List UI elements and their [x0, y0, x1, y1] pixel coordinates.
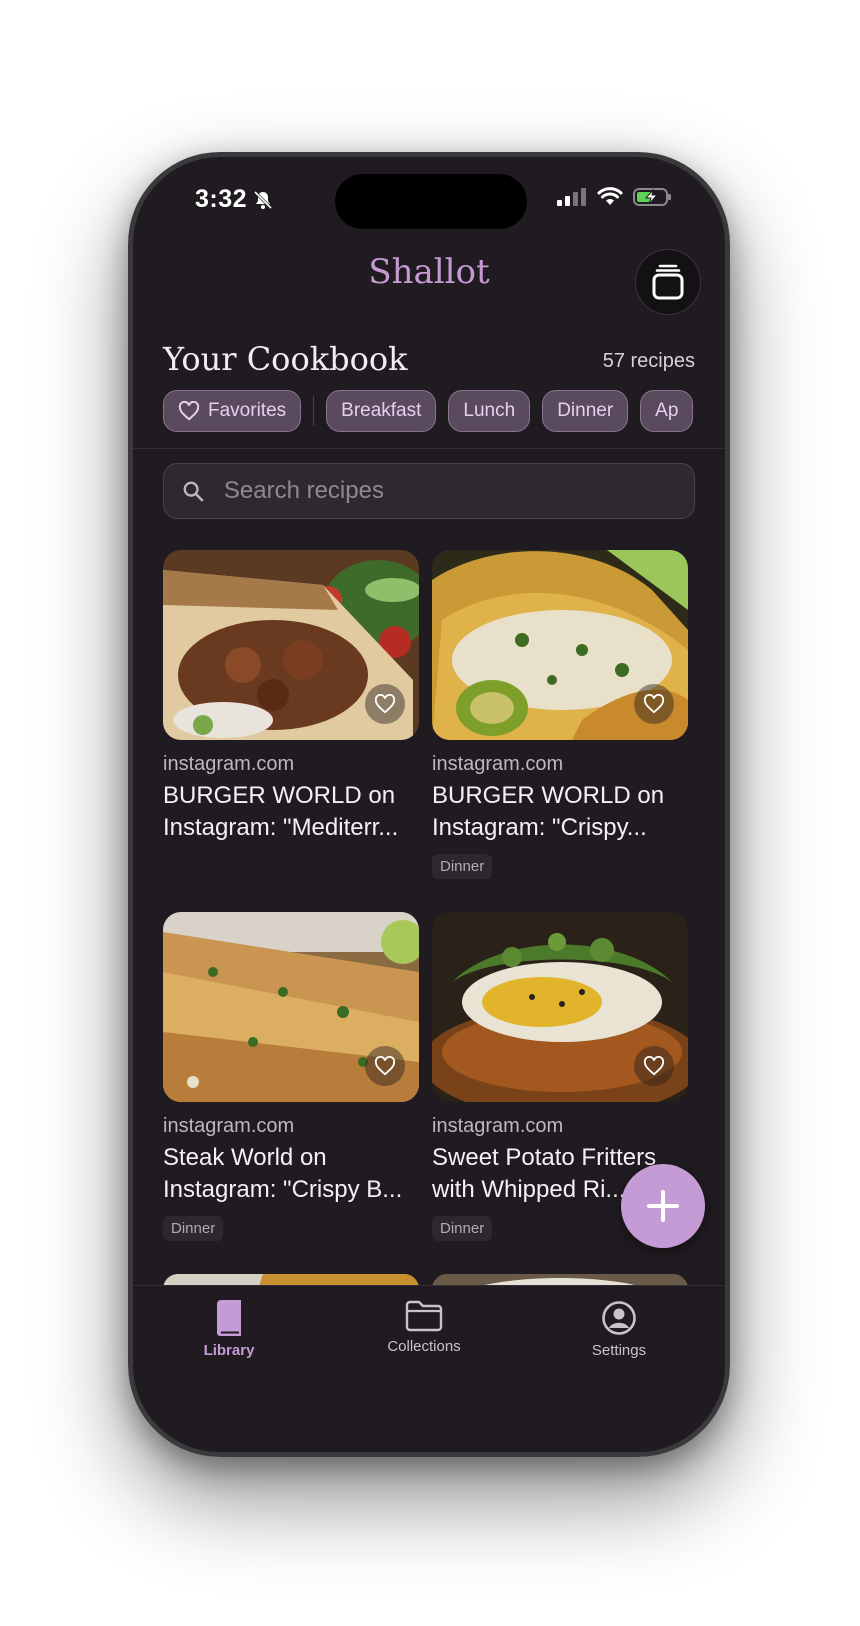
- tab-settings[interactable]: Settings: [549, 1300, 689, 1359]
- recipe-title-line: BURGER WORLD on: [432, 782, 665, 809]
- recipe-title-line: BURGER WORLD on: [163, 782, 396, 809]
- chip-favorites[interactable]: Favorites: [163, 390, 302, 432]
- chip-label: Ap: [655, 400, 679, 421]
- cellular-signal-icon: [557, 188, 586, 206]
- tab-label: Settings: [591, 1342, 647, 1359]
- recipe-card[interactable]: instagram.com BURGER WORLD on Instagram:…: [432, 550, 688, 879]
- category-tag: Dinner: [432, 854, 493, 879]
- recipe-image: [163, 550, 419, 740]
- folder-icon: [405, 1300, 443, 1332]
- recipe-image: [432, 550, 688, 740]
- favorite-button[interactable]: [365, 1046, 405, 1086]
- search-icon: [183, 481, 204, 502]
- stack-view-button[interactable]: [635, 249, 701, 315]
- phone-frame: 3:32 Shallot Your Cookbook 57 recipes Fa…: [128, 152, 730, 1457]
- favorite-button[interactable]: [365, 684, 405, 724]
- recipe-source: instagram.com: [432, 1115, 564, 1137]
- chip-divider: [313, 396, 315, 426]
- tab-bar: Library Collections Settings: [133, 1285, 725, 1452]
- heart-icon: [178, 401, 200, 421]
- filter-chips: Favorites Breakfast Lunch Dinner Ap: [163, 389, 725, 433]
- recipe-image: [163, 912, 419, 1102]
- recipe-source: instagram.com: [432, 753, 564, 775]
- recipe-title-line: Instagram: "Crispy...: [432, 814, 647, 841]
- tab-label: Collections: [387, 1338, 461, 1355]
- heart-icon: [643, 1056, 665, 1076]
- chip-label: Lunch: [463, 400, 516, 421]
- tab-collections[interactable]: Collections: [354, 1300, 494, 1355]
- tab-library[interactable]: Library: [159, 1300, 299, 1359]
- recipe-count: 57 recipes: [602, 350, 695, 372]
- recipe-card[interactable]: instagram.com BURGER WORLD on Instagram:…: [163, 550, 419, 844]
- status-indicators: [557, 187, 673, 207]
- recipe-title: BURGER WORLD on Instagram: "Mediterr...: [163, 780, 419, 844]
- add-recipe-button[interactable]: [621, 1164, 705, 1248]
- wifi-icon: [597, 187, 623, 205]
- recipe-title-line: Instagram: "Mediterr...: [163, 814, 399, 841]
- divider: [133, 448, 725, 449]
- battery-charging-icon: [633, 188, 671, 206]
- recipe-image: [432, 912, 688, 1102]
- category-tag: Dinner: [163, 1216, 224, 1241]
- search-input[interactable]: [221, 476, 676, 506]
- recipe-card[interactable]: instagram.com Steak World on Instagram: …: [163, 912, 419, 1241]
- heart-icon: [643, 694, 665, 714]
- recipe-title: Steak World on Instagram: "Crispy B...: [163, 1142, 419, 1206]
- favorite-button[interactable]: [634, 1046, 674, 1086]
- status-time-label: 3:32: [195, 185, 248, 213]
- heart-icon: [374, 1056, 396, 1076]
- chip-dinner[interactable]: Dinner: [542, 390, 629, 432]
- chip-label: Dinner: [557, 400, 614, 421]
- favorite-button[interactable]: [634, 684, 674, 724]
- stack-icon: [652, 264, 684, 300]
- app-screen: 3:32 Shallot Your Cookbook 57 recipes Fa…: [133, 157, 725, 1452]
- recipe-title-line: Instagram: "Crispy B...: [163, 1176, 403, 1203]
- bell-muted-icon: [253, 190, 273, 209]
- chip-lunch[interactable]: Lunch: [448, 390, 531, 432]
- dynamic-island: [335, 174, 527, 229]
- chip-breakfast[interactable]: Breakfast: [326, 390, 437, 432]
- recipe-title-line: Steak World on: [163, 1144, 327, 1171]
- recipe-source: instagram.com: [163, 1115, 295, 1137]
- profile-icon: [602, 1301, 636, 1335]
- plus-icon: [647, 1190, 679, 1222]
- recipe-title: BURGER WORLD on Instagram: "Crispy...: [432, 780, 688, 844]
- search-bar[interactable]: [163, 463, 695, 519]
- cookbook-title: Your Cookbook: [163, 340, 408, 378]
- heart-icon: [374, 694, 396, 714]
- tab-label: Library: [203, 1342, 255, 1359]
- chip-appetizers[interactable]: Ap: [640, 390, 694, 432]
- category-tag: Dinner: [432, 1216, 493, 1241]
- status-time: 3:32: [195, 185, 273, 214]
- chip-label: Favorites: [208, 400, 287, 421]
- chip-label: Breakfast: [341, 400, 422, 421]
- recipe-source: instagram.com: [163, 753, 295, 775]
- book-icon: [217, 1300, 241, 1336]
